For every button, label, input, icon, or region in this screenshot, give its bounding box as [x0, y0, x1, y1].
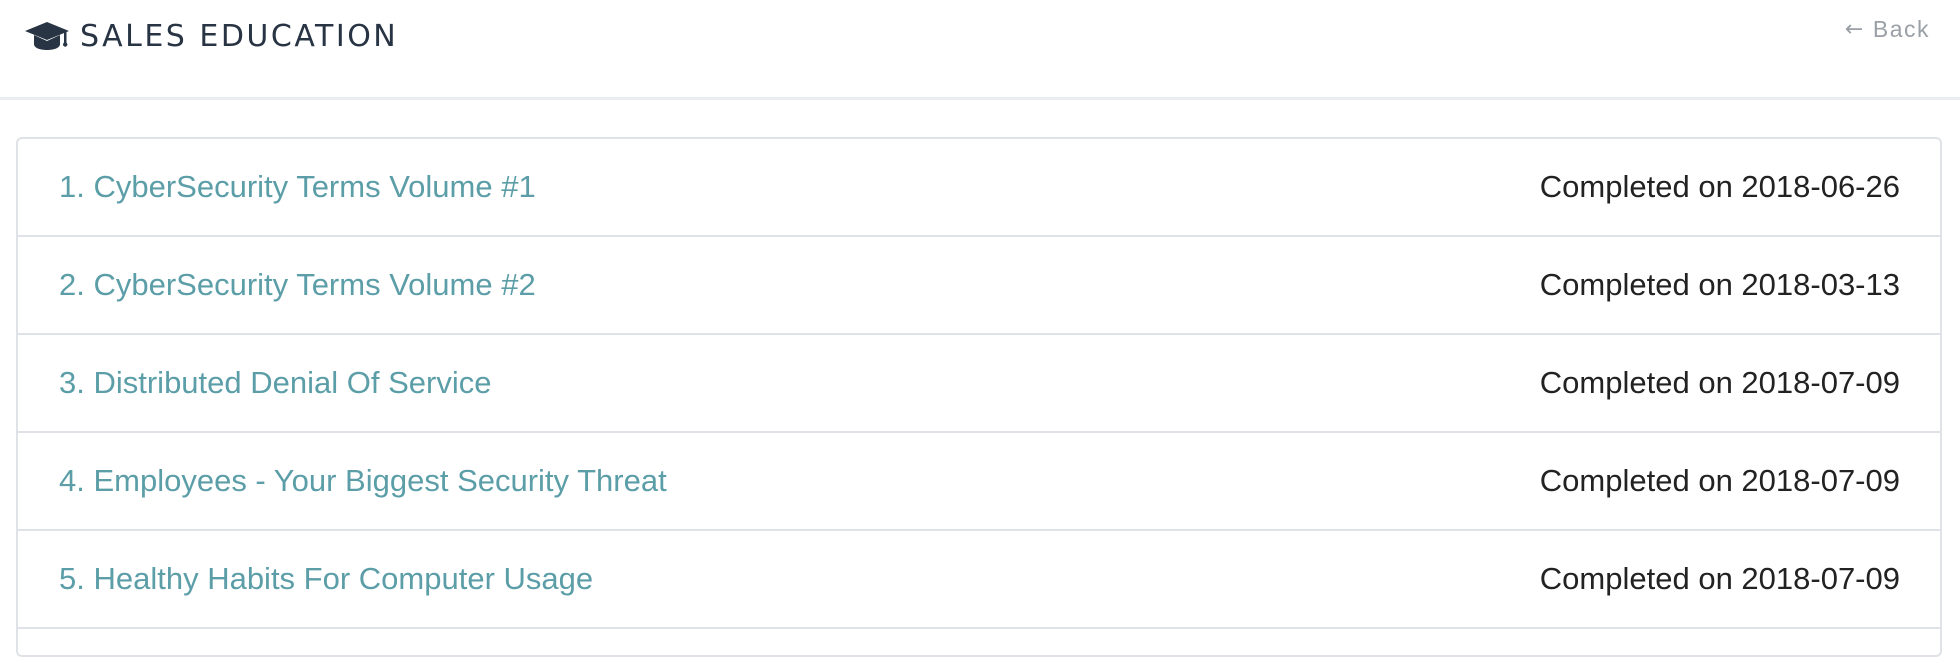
list-item: 1. CyberSecurity Terms Volume #1 Complet…: [18, 139, 1940, 237]
list-item: 4. Employees - Your Biggest Security Thr…: [18, 433, 1940, 531]
course-link[interactable]: 1. CyberSecurity Terms Volume #1: [59, 169, 536, 205]
back-button[interactable]: ← Back: [1845, 12, 1930, 46]
list-item: 3. Distributed Denial Of Service Complet…: [18, 335, 1940, 433]
list-item: 2. CyberSecurity Terms Volume #2 Complet…: [18, 237, 1940, 335]
brand: SALES EDUCATION: [24, 14, 398, 58]
completion-status: Completed on 2018-07-09: [1539, 561, 1900, 596]
page-header: SALES EDUCATION ← Back: [0, 0, 1960, 100]
graduation-cap-icon: [24, 19, 70, 53]
course-list: 1. CyberSecurity Terms Volume #1 Complet…: [16, 137, 1942, 657]
back-label: Back: [1872, 15, 1930, 42]
completion-status: Completed on 2018-03-13: [1539, 267, 1900, 302]
course-link[interactable]: 5. Healthy Habits For Computer Usage: [59, 561, 593, 597]
course-link[interactable]: 3. Distributed Denial Of Service: [59, 365, 491, 401]
completion-status: Completed on 2018-06-26: [1539, 169, 1900, 204]
completion-status: Completed on 2018-07-09: [1539, 463, 1900, 498]
arrow-left-icon: ←: [1844, 16, 1865, 42]
course-link[interactable]: 4. Employees - Your Biggest Security Thr…: [59, 463, 667, 499]
course-link[interactable]: 2. CyberSecurity Terms Volume #2: [59, 267, 536, 303]
completion-status: Completed on 2018-07-09: [1539, 365, 1900, 400]
list-item: 5. Healthy Habits For Computer Usage Com…: [18, 531, 1940, 629]
page-title: SALES EDUCATION: [80, 18, 399, 54]
